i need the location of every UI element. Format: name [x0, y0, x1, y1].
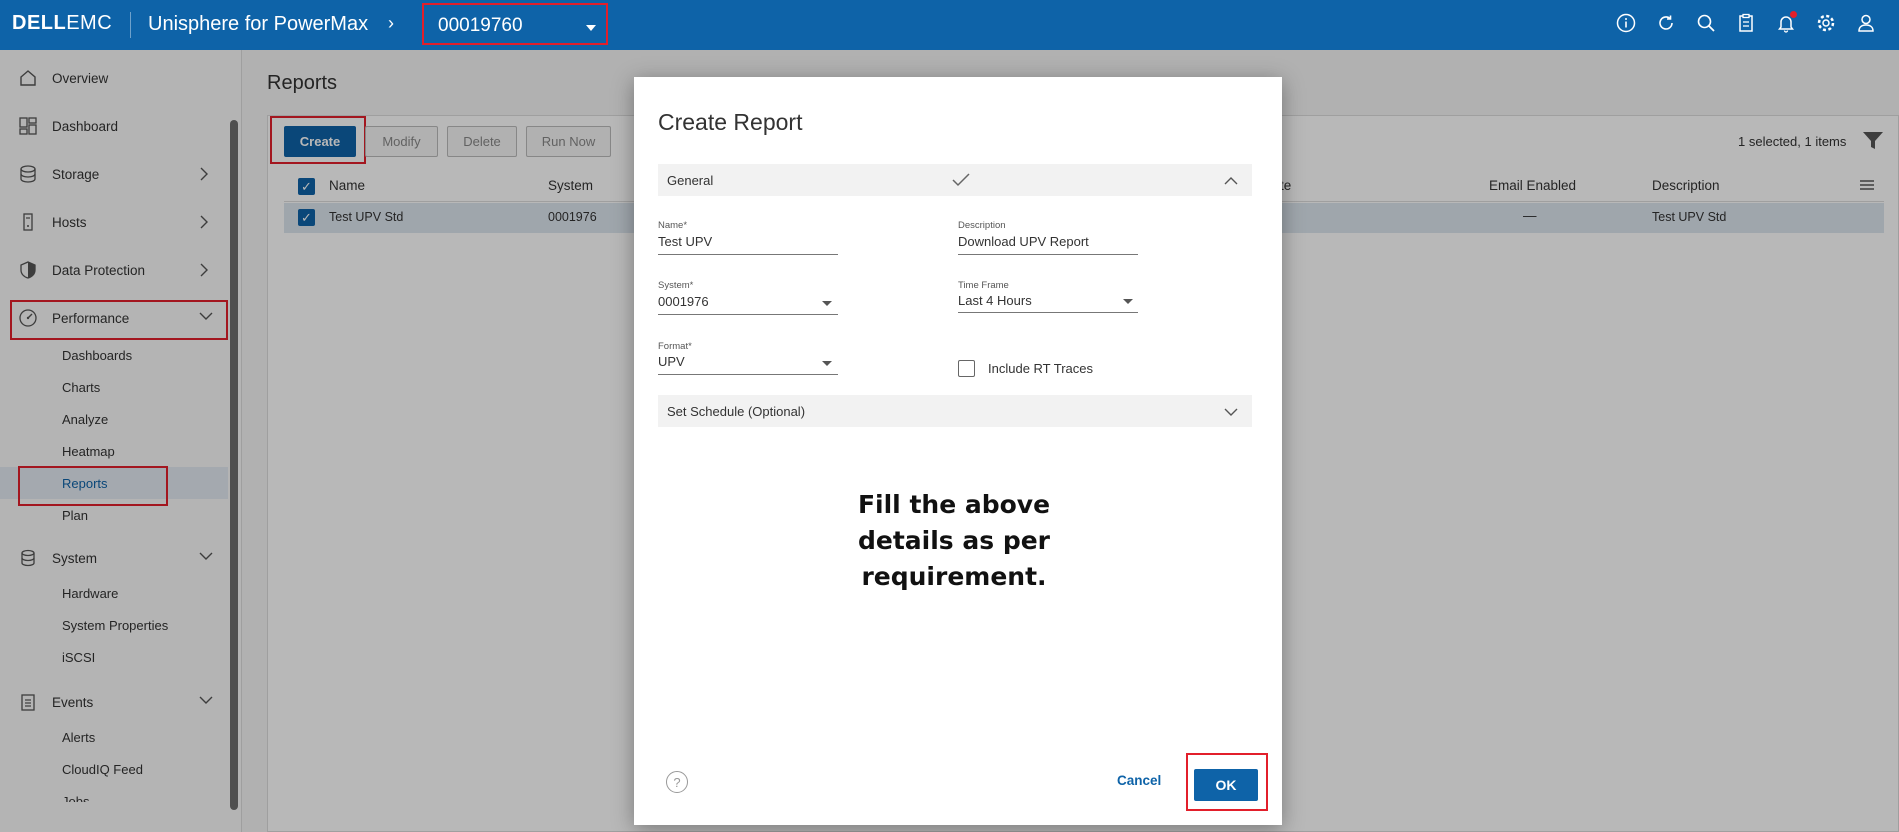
annotation-highlight-ok: [1186, 753, 1268, 811]
general-section-label: General: [667, 173, 714, 188]
system-selector-value: 00019760: [438, 15, 523, 36]
system-selector[interactable]: 00019760: [422, 3, 608, 45]
name-field-underline: [658, 254, 838, 255]
note-line: Fill the above: [857, 490, 1051, 519]
header-icons: [1615, 11, 1877, 35]
caret-down-icon: [1123, 299, 1133, 304]
notification-bell-icon[interactable]: [1775, 11, 1797, 35]
settings-gear-icon[interactable]: [1815, 11, 1837, 35]
user-icon[interactable]: [1855, 11, 1877, 35]
header-divider: [130, 12, 131, 38]
system-dropdown[interactable]: 0001976: [658, 294, 709, 309]
timeframe-dropdown-underline: [958, 312, 1138, 313]
annotation-note: Fill the above details as per requiremen…: [804, 487, 1104, 595]
refresh-icon[interactable]: [1655, 11, 1677, 35]
description-field-underline: [958, 254, 1138, 255]
help-icon[interactable]: ?: [666, 771, 688, 793]
schedule-section-header[interactable]: Set Schedule (Optional): [658, 395, 1252, 427]
app-title: Unisphere for PowerMax: [148, 13, 369, 35]
chevron-right-icon: ›: [388, 13, 394, 33]
schedule-section-label: Set Schedule (Optional): [667, 404, 806, 419]
dell-emc-logo: DELLEMC: [12, 12, 113, 34]
caret-down-icon: [822, 361, 832, 366]
caret-down-icon: [586, 25, 596, 31]
search-icon[interactable]: [1695, 11, 1717, 35]
chevron-up-icon: [1224, 174, 1238, 189]
include-rt-traces-checkbox[interactable]: [958, 360, 975, 377]
info-icon[interactable]: [1615, 11, 1637, 35]
notification-dot: [1790, 11, 1797, 18]
format-dropdown-underline: [658, 374, 838, 375]
description-field[interactable]: Download UPV Report: [958, 234, 1089, 249]
name-field[interactable]: Test UPV: [658, 234, 712, 249]
description-field-label: Description: [958, 220, 1006, 231]
note-line: details as per: [857, 526, 1051, 555]
create-report-dialog: Create Report General Name* Test UPV Des…: [634, 77, 1282, 825]
checkmark-icon: [952, 172, 970, 191]
include-rt-traces-label: Include RT Traces: [988, 361, 1094, 376]
format-field-label: Format*: [658, 341, 692, 352]
note-line: requirement.: [861, 562, 1047, 591]
format-dropdown[interactable]: UPV: [658, 354, 685, 369]
general-section-header[interactable]: General: [658, 164, 1252, 196]
cancel-button[interactable]: Cancel: [1117, 773, 1161, 788]
system-dropdown-underline: [658, 314, 838, 315]
chevron-down-icon: [1224, 405, 1238, 420]
timeframe-field-label: Time Frame: [958, 280, 1009, 291]
system-field-label: System*: [658, 280, 694, 291]
top-bar: DELLEMC Unisphere for PowerMax › 0001976…: [0, 0, 1899, 50]
timeframe-dropdown[interactable]: Last 4 Hours: [958, 293, 1032, 308]
clipboard-icon[interactable]: [1735, 11, 1757, 35]
name-field-label: Name*: [658, 220, 688, 231]
caret-down-icon: [822, 301, 832, 306]
dialog-title: Create Report: [658, 109, 803, 135]
